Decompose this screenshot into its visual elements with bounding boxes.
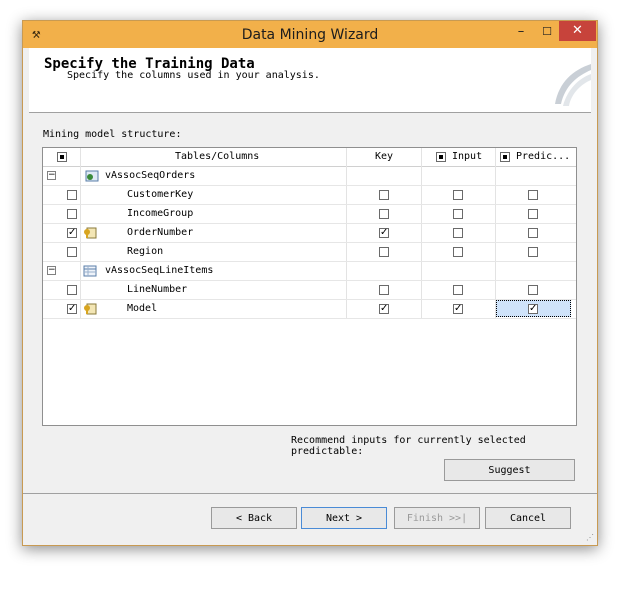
select-all-checkbox[interactable] [57,152,67,162]
grid-header-row: Tables/Columns Key Input Predic... [43,148,576,167]
row-select-checkbox[interactable] [67,247,77,257]
input-checkbox[interactable]: ✓ [453,304,463,314]
key-column-icon [84,227,97,239]
input-all-checkbox[interactable] [436,152,446,162]
table-row[interactable]: LineNumber [43,280,576,299]
predict-checkbox[interactable]: ✓ [528,304,538,314]
col-header-tables[interactable]: Tables/Columns [175,151,259,162]
title-bar[interactable]: ⚒ Data Mining Wizard – ☐ ✕ [23,21,597,48]
table-row[interactable]: − vAssocSeqLineItems [43,261,576,280]
recommend-label: Recommend inputs for currently selected … [291,435,526,457]
wizard-logo-icon [555,64,591,106]
column-name: OrderNumber [127,227,194,238]
key-checkbox[interactable] [379,190,389,200]
row-select-checkbox[interactable]: ✓ [67,304,77,314]
input-checkbox[interactable] [453,247,463,257]
key-checkbox[interactable]: ✓ [379,304,389,314]
table-row[interactable]: ✓ OrderNumber ✓ [43,223,576,242]
input-checkbox[interactable] [453,209,463,219]
page-subtitle: Specify the columns used in your analysi… [67,70,320,81]
structure-label: Mining model structure: [43,129,182,140]
table-name: vAssocSeqOrders [105,170,196,181]
input-checkbox[interactable] [453,190,463,200]
finish-button: Finish >>| [394,507,480,529]
next-button[interactable]: Next > [301,507,387,529]
row-select-checkbox[interactable]: ✓ [67,228,77,238]
input-checkbox[interactable] [453,285,463,295]
input-checkbox[interactable] [453,228,463,238]
column-name: Region [127,246,164,257]
col-header-predict[interactable]: Predic... [516,151,570,162]
close-button[interactable]: ✕ [559,21,596,41]
table-view-icon [85,170,99,182]
row-select-checkbox[interactable] [67,190,77,200]
row-select-checkbox[interactable] [67,209,77,219]
cancel-button[interactable]: Cancel [485,507,571,529]
table-name: vAssocSeqLineItems [105,265,214,276]
col-header-input[interactable]: Input [452,151,482,162]
key-column-icon [84,303,97,315]
back-button[interactable]: < Back [211,507,297,529]
key-checkbox[interactable] [379,285,389,295]
maximize-button[interactable]: ☐ [535,25,559,45]
table-row[interactable]: − vAssocSeqOrders [43,166,576,185]
minimize-button[interactable]: – [509,24,533,44]
table-row[interactable]: ✓ Model ✓ ✓ ✓ [43,299,576,318]
table-grid-icon [83,265,97,277]
predict-checkbox[interactable] [528,190,538,200]
table-row[interactable]: CustomerKey [43,185,576,204]
row-select-checkbox[interactable] [67,285,77,295]
column-name: CustomerKey [127,189,194,200]
col-header-key[interactable]: Key [375,151,393,162]
table-row[interactable]: Region [43,242,576,261]
column-name: Model [127,303,158,314]
table-row[interactable]: IncomeGroup [43,204,576,223]
predict-all-checkbox[interactable] [500,152,510,162]
wizard-header: Specify the Training Data Specify the co… [29,48,591,113]
key-checkbox[interactable] [379,247,389,257]
key-checkbox[interactable] [379,209,389,219]
wizard-window: ⚒ Data Mining Wizard – ☐ ✕ Specify the T… [22,20,598,546]
predict-checkbox[interactable] [528,209,538,219]
collapse-icon[interactable]: − [47,266,56,275]
resize-grip-icon[interactable]: ⋰ [586,533,594,542]
column-name: LineNumber [127,284,188,295]
predict-checkbox[interactable] [528,228,538,238]
column-name: IncomeGroup [127,208,194,219]
predict-checkbox[interactable] [528,247,538,257]
suggest-button[interactable]: Suggest [444,459,575,481]
predict-checkbox[interactable] [528,285,538,295]
collapse-icon[interactable]: − [47,171,56,180]
columns-grid[interactable]: Tables/Columns Key Input Predic... − vAs… [42,147,577,426]
key-checkbox[interactable]: ✓ [379,228,389,238]
